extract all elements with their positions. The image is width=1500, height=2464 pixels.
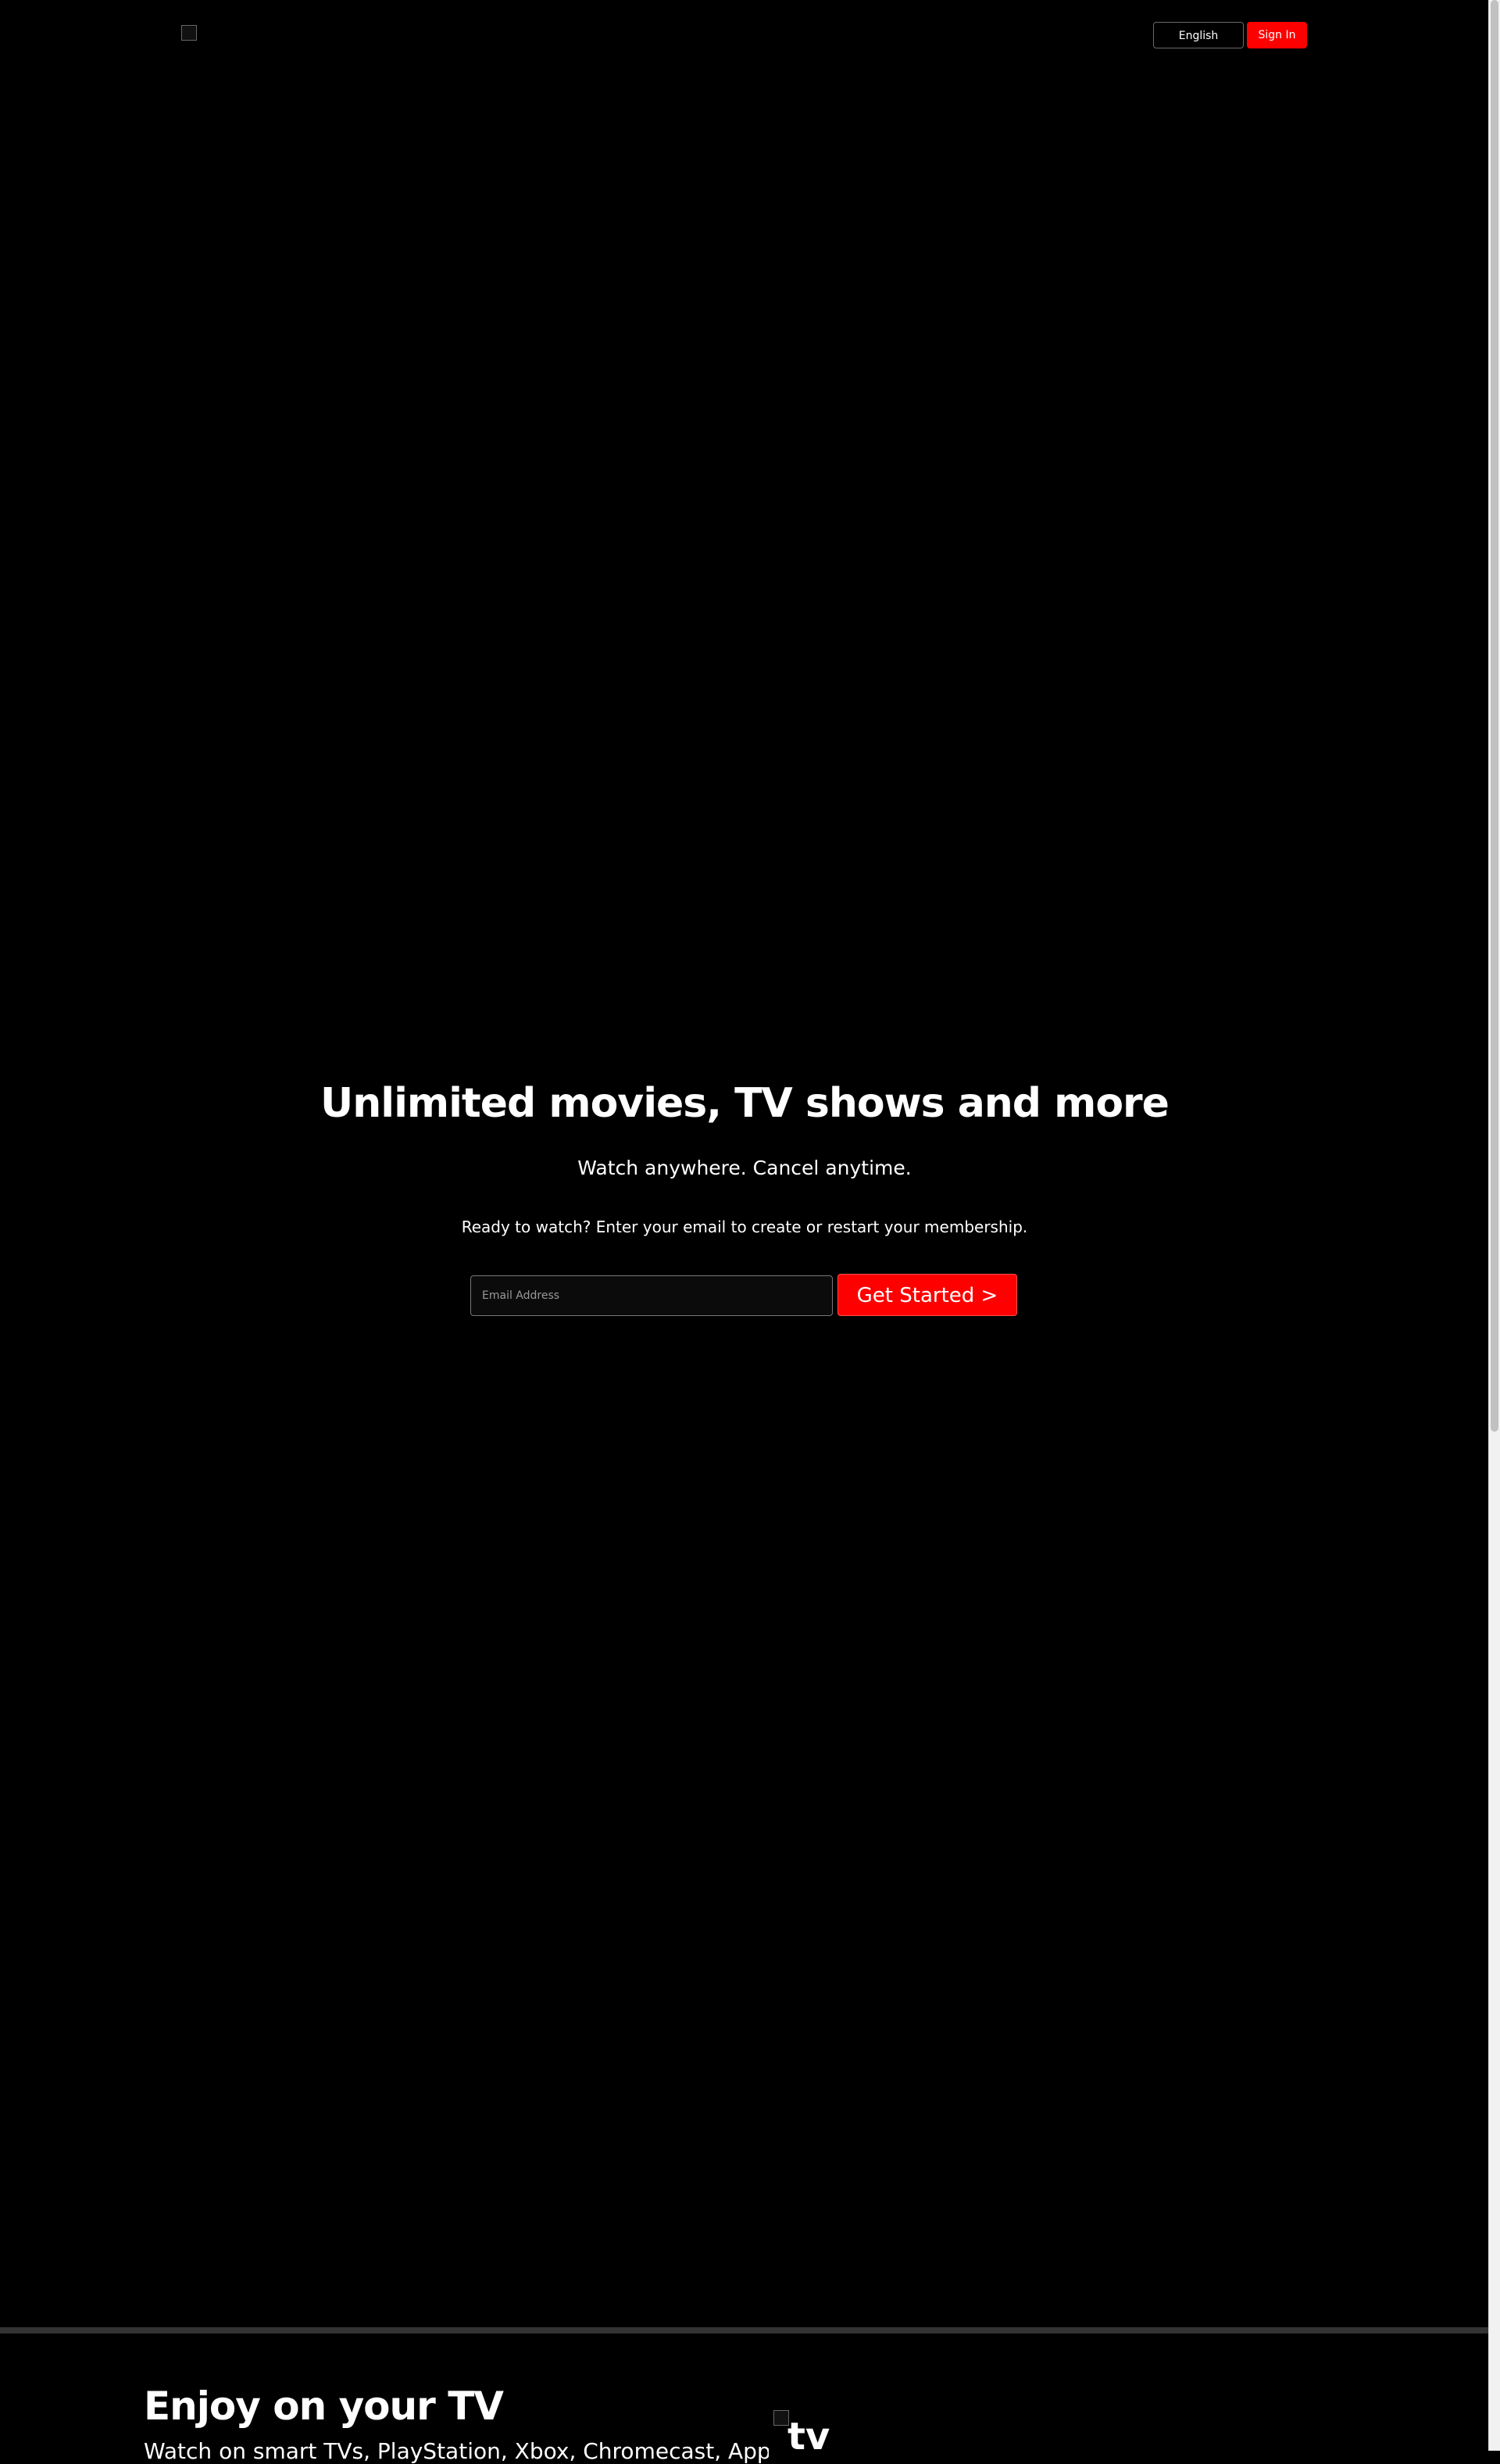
hero-prompt: Ready to watch? Enter your email to crea… xyxy=(461,1218,1028,1236)
tv-image-alt-text: tv xyxy=(788,2415,830,2459)
tv-section-text: Watch on smart TVs, PlayStation, Xbox, C… xyxy=(144,2438,769,2464)
email-input[interactable] xyxy=(470,1275,833,1316)
scrollbar[interactable] xyxy=(1488,0,1500,2451)
section-divider xyxy=(0,2327,1489,2333)
scrollbar-thumb[interactable] xyxy=(1491,0,1498,1432)
language-select[interactable]: English xyxy=(1153,22,1244,48)
get-started-button[interactable]: Get Started > xyxy=(838,1274,1017,1316)
navbar: English Sign In xyxy=(0,0,1489,70)
sign-in-button[interactable]: Sign In xyxy=(1247,22,1307,48)
tv-section-title: Enjoy on your TV xyxy=(144,2384,504,2429)
hero-subtitle: Watch anywhere. Cancel anytime. xyxy=(577,1157,912,1179)
logo-image[interactable] xyxy=(181,25,197,41)
hero-title: Unlimited movies, TV shows and more xyxy=(320,1080,1170,1127)
tv-image xyxy=(773,2410,789,2426)
